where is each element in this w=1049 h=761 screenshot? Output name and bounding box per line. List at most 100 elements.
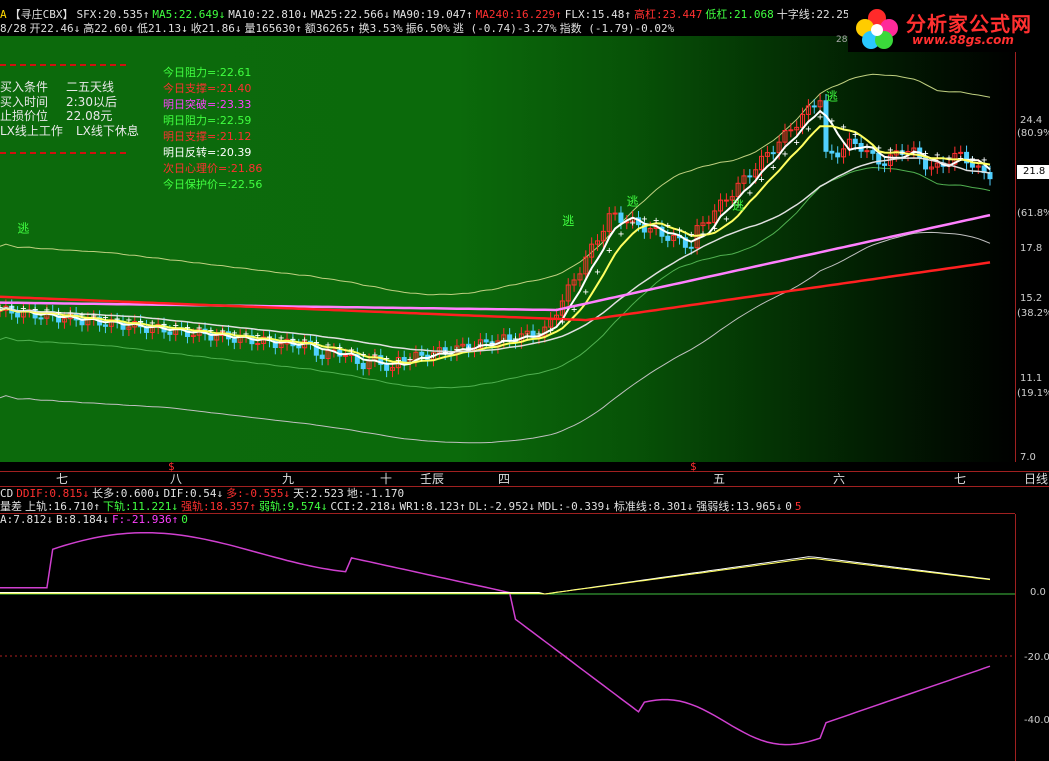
cross-marker: + (372, 350, 378, 361)
candle-body (384, 363, 390, 371)
rule-value: 22.08元 (66, 109, 113, 123)
price-level: 明日支撑=:21.12 (163, 130, 252, 143)
ind-row1-item: 地:-1.170 (346, 487, 405, 500)
cross-marker: + (126, 315, 132, 326)
cross-marker: + (958, 154, 964, 165)
cross-marker: + (9, 302, 15, 313)
cross-marker: + (161, 320, 167, 331)
ind-row2-item: 标准线:8.301↓ (613, 500, 694, 513)
cross-marker: + (852, 130, 858, 141)
candle-body (811, 105, 817, 108)
ind-row1-item: 天:2.523 (293, 487, 344, 500)
cross-marker: + (337, 342, 343, 353)
header-row2-item: 额36265↑ (304, 22, 356, 35)
escape-marker: 逃 (732, 198, 744, 212)
candle-body (770, 152, 776, 155)
time-label: 四 (498, 472, 511, 486)
logo-url: www.88gs.com (912, 33, 1014, 47)
cross-marker: + (887, 145, 893, 156)
envelope-line (0, 231, 991, 444)
cross-marker: + (255, 331, 261, 342)
ind-row2-item: 5 (794, 500, 802, 513)
cross-marker: + (571, 305, 577, 316)
fib-label: (38.2%) (1017, 308, 1049, 319)
candle-body (255, 342, 261, 345)
cross-marker: + (79, 310, 85, 321)
cross-marker: + (923, 149, 929, 160)
cross-marker: + (665, 221, 671, 232)
cross-marker: + (231, 328, 237, 339)
fib-label: (61.8%) (1017, 208, 1049, 219)
cross-marker: + (430, 351, 436, 362)
candle-body (483, 339, 489, 343)
main-chart-svg[interactable]: + + + + + + + + + + + + + + + + + + + + + + + + + + + + + + + + + + + + + + + +… (0, 36, 1015, 462)
oscillator-pane[interactable] (0, 526, 1015, 761)
price-label: 11.1 (1020, 373, 1043, 384)
candle-body (882, 163, 888, 166)
cross-marker: + (876, 143, 882, 154)
candle-body (688, 246, 694, 249)
header-row1-item: 低杠:21.068 (705, 8, 774, 21)
time-label: 八 (170, 472, 183, 486)
ind-row2-item: 下轨:11.221↓ (102, 500, 178, 513)
candle-body (167, 331, 173, 335)
header-row2-item: 开22.46↓ (29, 22, 81, 35)
cross-marker: + (513, 334, 519, 345)
candle-body (15, 312, 21, 318)
ind-row2-item: DL:-2.952↓ (468, 500, 536, 513)
cross-marker: + (67, 308, 73, 319)
divider (0, 152, 126, 154)
envelope-line (0, 166, 991, 389)
candle-body (231, 338, 237, 343)
cross-marker: + (969, 154, 975, 165)
price-level: 今日保护价=:22.56 (163, 178, 263, 191)
candle-body (829, 150, 835, 154)
oscillator-axis-label: 0.0 (1030, 587, 1046, 598)
price-levels-panel: 今日阻力=:22.61 今日支撑=:21.40 明日突破=:23.33 明日阻力=:2… (163, 65, 262, 193)
candle-body (876, 152, 882, 165)
cross-marker: + (419, 353, 425, 364)
ind-row2-item: 0 (785, 500, 792, 513)
ind-row3-item: B:8.184↓ (55, 513, 109, 526)
header-row1-item: 【寻庄CBX】 (9, 8, 74, 21)
rule-key: LX线上工作 (0, 123, 63, 138)
rule-row: 买入时间 2:30以后 (0, 95, 139, 110)
cross-marker: + (384, 354, 390, 365)
cross-marker: + (0, 302, 3, 313)
ma240-line (0, 261, 991, 322)
cross-marker: + (266, 332, 272, 343)
candle-body (618, 212, 624, 223)
escape-marker: 逃 (826, 90, 838, 104)
header-row1-item: MA10:22.810↓ (228, 8, 308, 21)
cross-marker: + (477, 340, 483, 351)
cross-marker: + (32, 304, 38, 315)
cross-marker: + (196, 323, 202, 334)
cross-marker: + (489, 339, 495, 350)
time-label: 十 (380, 472, 393, 486)
buy-signal-marker: $ (690, 460, 697, 473)
time-label: 壬辰 (420, 472, 445, 486)
cross-marker: + (864, 141, 870, 152)
cross-marker: + (243, 329, 249, 340)
cross-marker: + (454, 345, 460, 356)
ind-row2-item: 弱轨:9.574↓ (258, 500, 328, 513)
lower-axis-border (1015, 514, 1016, 761)
rule-key: 买入时间 (0, 94, 49, 109)
candle-body (706, 221, 712, 224)
ind-row1-item: DIF:0.54↓ (163, 487, 224, 500)
f-line (0, 531, 991, 746)
period-selector[interactable]: 日线 (1024, 472, 1048, 486)
cross-marker: + (290, 335, 296, 346)
cross-marker: + (770, 163, 776, 174)
candle-body (747, 175, 753, 178)
cross-marker: + (712, 223, 718, 234)
ind-row3-item: A:7.812↓ (0, 513, 53, 526)
candle-body (343, 354, 349, 357)
cross-marker: + (606, 245, 612, 256)
candle-body (38, 317, 44, 320)
top-axis-label: 28 (836, 35, 848, 45)
time-label: 九 (282, 472, 295, 486)
escape-marker: 逃 (627, 194, 639, 208)
cross-marker: + (56, 307, 62, 318)
escape-marker: 逃 (562, 214, 574, 228)
